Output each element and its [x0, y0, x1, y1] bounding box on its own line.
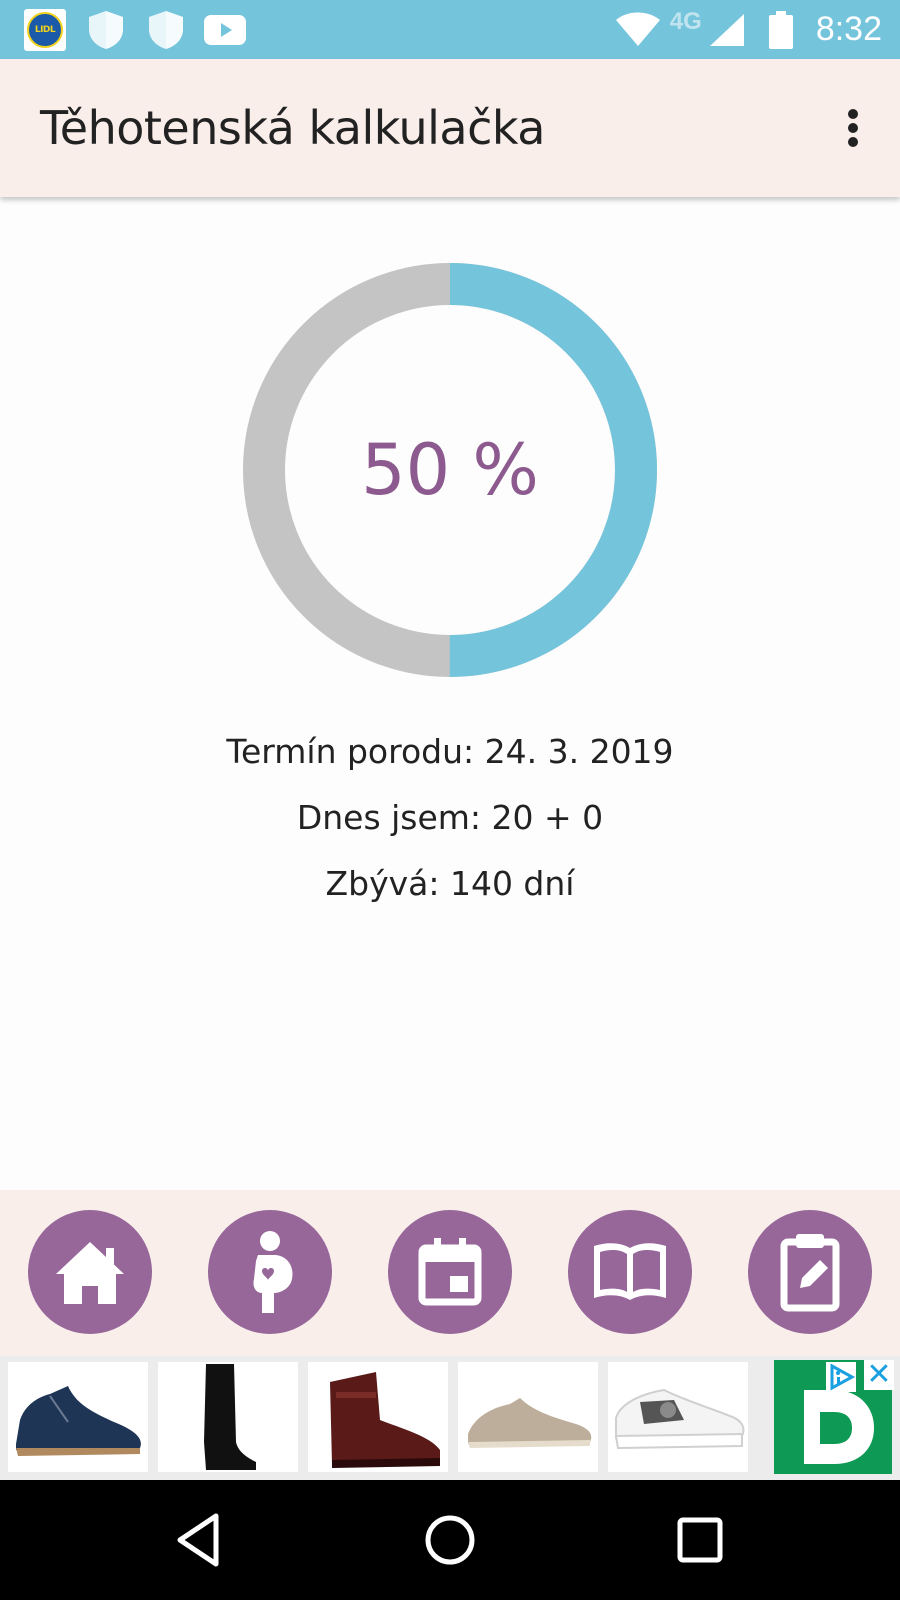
clock: 8:32: [815, 10, 882, 48]
status-bar: LIDL 4G 8:32: [0, 0, 900, 59]
app-bar: Těhotenská kalkulačka: [0, 59, 900, 197]
system-status: 4G 8:32: [614, 0, 882, 59]
boot-image: [204, 1364, 256, 1470]
pregnant-woman-icon: [253, 1231, 293, 1313]
signal-icon: [709, 13, 744, 46]
current-week-text: Dnes jsem: 20 + 0: [296, 798, 604, 837]
shield-icon: [89, 11, 123, 49]
due-date-text: Termín porodu: 24. 3. 2019: [226, 732, 674, 771]
shoe-image: [16, 1386, 141, 1456]
progress-percent-label: 50 %: [361, 429, 539, 511]
shoe-image: [468, 1398, 592, 1448]
boot-image: [330, 1372, 440, 1468]
lidl-app-icon: LIDL: [24, 9, 66, 51]
home-circle-icon[interactable]: [418, 1508, 482, 1572]
ad-banner[interactable]: ✕: [0, 1356, 900, 1480]
youtube-icon: [204, 15, 246, 45]
nav-home-button[interactable]: [28, 1210, 152, 1334]
ad-choices-icon[interactable]: [826, 1362, 856, 1392]
system-nav-bar: [0, 1480, 900, 1600]
app-screen: LIDL 4G 8:32 Těhotenská kalkulačka 50 % …: [0, 0, 900, 1600]
ad-product-blue-shoe[interactable]: [8, 1362, 148, 1472]
remaining-days-text: Zbývá: 140 dní: [325, 864, 575, 903]
bottom-nav: [0, 1190, 900, 1356]
back-icon[interactable]: [168, 1508, 232, 1572]
nav-book-button[interactable]: [568, 1210, 692, 1334]
app-title: Těhotenská kalkulačka: [40, 101, 545, 155]
nav-pregnancy-button[interactable]: [208, 1210, 332, 1334]
lidl-logo-text: LIDL: [27, 12, 63, 48]
ad-product-white-sneaker[interactable]: [608, 1362, 748, 1472]
ad-product-brown-boot[interactable]: [308, 1362, 448, 1472]
recents-icon[interactable]: [668, 1508, 732, 1572]
shield-icon: [149, 11, 183, 49]
battery-icon: [768, 10, 793, 49]
pregnancy-info: Termín porodu: 24. 3. 2019 Dnes jsem: 20…: [0, 735, 900, 933]
nav-calendar-button[interactable]: [388, 1210, 512, 1334]
more-vert-icon[interactable]: [838, 103, 868, 153]
progress-ring: 50 %: [240, 260, 660, 680]
nav-notes-button[interactable]: [748, 1210, 872, 1334]
notification-icons: LIDL: [24, 9, 246, 51]
notepad-edit-icon: [780, 1234, 840, 1312]
network-type-label: 4G: [669, 7, 702, 35]
wifi-icon: [615, 12, 660, 46]
ad-close-button[interactable]: ✕: [864, 1360, 894, 1390]
ad-product-black-boot[interactable]: [158, 1362, 298, 1472]
ad-product-beige-shoe[interactable]: [458, 1362, 598, 1472]
home-icon: [56, 1242, 124, 1304]
sneaker-image: [614, 1388, 745, 1450]
calendar-icon: [418, 1238, 482, 1306]
book-icon: [594, 1243, 666, 1300]
